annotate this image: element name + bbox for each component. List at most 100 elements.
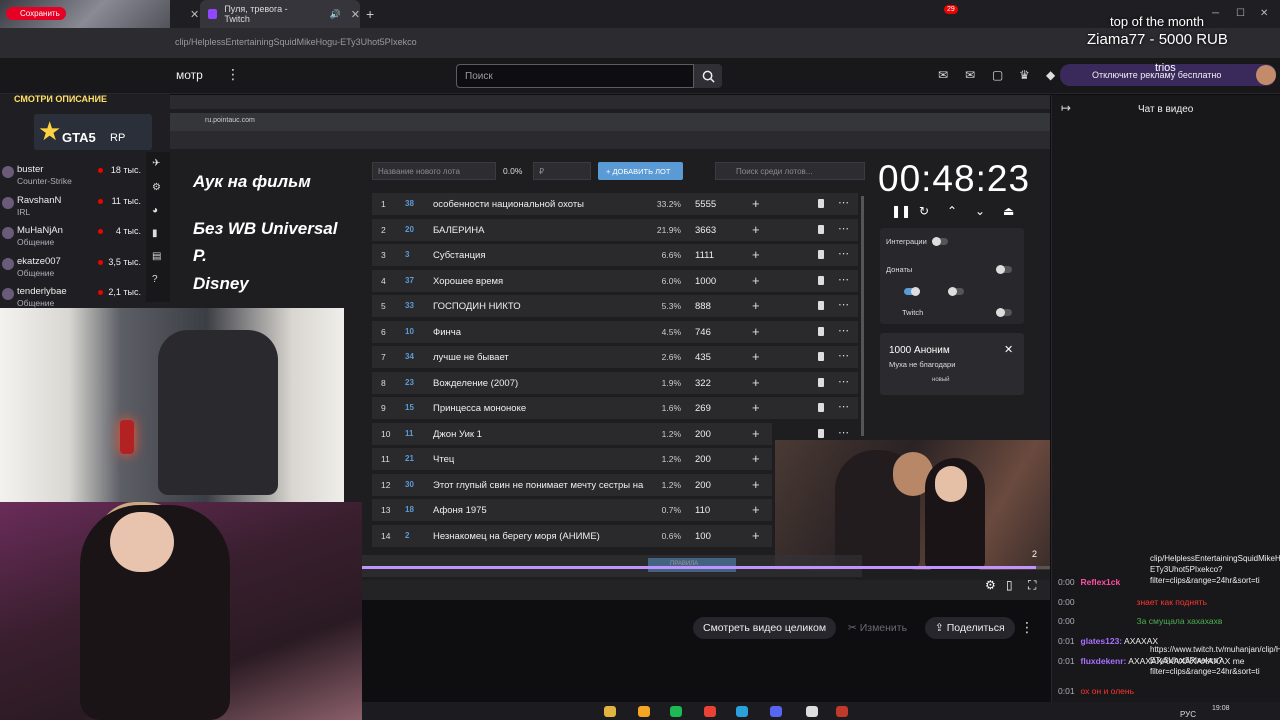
sidebar-channel[interactable]: ekatze007 Общение 3,5 тыс. <box>0 254 145 284</box>
person-face <box>935 466 967 502</box>
more-icon: ⋯ <box>838 299 849 311</box>
lot-id: 10 <box>405 326 414 336</box>
doc-icon[interactable]: ▤ <box>152 251 161 262</box>
bits-icon[interactable]: ◆ <box>1046 68 1055 82</box>
sidebar-channel[interactable]: MuHaNjAn Общение 4 тыс. <box>0 223 145 253</box>
more-options-icon[interactable]: ⋮ <box>1020 619 1034 636</box>
keyboard-layout[interactable]: РУС <box>1180 710 1196 719</box>
os-taskbar <box>362 702 1280 720</box>
lot-percent: 33.2% <box>656 199 681 209</box>
trash-icon <box>818 301 824 310</box>
new-lot-input: Название нового лота <box>372 162 496 180</box>
close-icon[interactable]: ✕ <box>351 8 360 21</box>
new-tab-icon[interactable]: + <box>366 6 374 22</box>
close-icon: ✕ <box>1004 344 1014 356</box>
settings-icon[interactable]: ⚙ <box>985 578 996 592</box>
speaker-icon[interactable]: 🔊 <box>330 9 341 20</box>
lot-name: Субстанция <box>433 250 486 261</box>
search-button[interactable] <box>694 64 722 88</box>
stream-title-line-3: P. <box>193 246 207 265</box>
table-row: 1 38 особенности национальной охоты 33.2% 55… <box>372 193 858 216</box>
fullscreen-icon[interactable]: ⛶ <box>1028 578 1036 593</box>
lot-amount: 5555 <box>695 199 717 210</box>
theater-mode-icon[interactable]: ▯ <box>1006 578 1013 592</box>
lot-rank: 8 <box>381 377 386 388</box>
channel-name: buster <box>17 164 44 175</box>
window-close-icon[interactable]: ✕ <box>1260 8 1268 19</box>
pin-icon[interactable]: ✈ <box>152 158 160 169</box>
chat-username[interactable]: Reflex1ck <box>1081 577 1121 587</box>
stats-icon[interactable]: ▮ <box>152 228 158 239</box>
pause-icon: ❚❚ <box>891 204 912 218</box>
lot-name: лучше не бывает <box>433 352 509 363</box>
collapse-chat-icon[interactable]: ↦ <box>1061 101 1071 115</box>
lot-id: 18 <box>405 505 414 514</box>
watch-full-video-button[interactable]: Смотреть видео целиком <box>693 617 837 639</box>
browse-link[interactable]: мотр <box>176 68 203 82</box>
user-avatar[interactable] <box>1256 65 1276 85</box>
search-lots-input: Поиск среди лотов... <box>715 162 865 180</box>
gear-icon[interactable]: ⚙ <box>152 182 161 193</box>
chat-timestamp: 0:01 <box>1058 686 1075 696</box>
chat-text: AXAXAXAXAXAXAXAXAX me <box>1128 656 1245 666</box>
lot-name: Вожделение (2007) <box>433 377 519 389</box>
twitch-toggle <box>996 308 1012 317</box>
progress-fill <box>362 566 1037 569</box>
share-button[interactable]: ⇪ Поделиться <box>925 617 1015 639</box>
table-row: 7 34 лучше не бывает 2.6% 435 + ⋯ <box>372 346 858 369</box>
donation-status: новый <box>932 377 950 383</box>
search-input[interactable]: Поиск <box>456 64 694 88</box>
close-tab-icon[interactable]: ✕ <box>180 0 199 28</box>
lot-id: 38 <box>405 199 414 208</box>
whispers-icon[interactable]: ▢ <box>992 68 1003 82</box>
chat-username[interactable]: fluxdekenr: <box>1081 656 1127 666</box>
edit-button[interactable]: ✂ Изменить <box>838 617 917 639</box>
more-menu-icon[interactable]: ⋮ <box>226 66 240 83</box>
lot-amount: 200 <box>695 428 711 440</box>
notifications-icon[interactable]: ✉ <box>938 68 948 82</box>
inbox-icon[interactable]: ✉ <box>965 68 975 82</box>
color-icon[interactable]: ◕ <box>152 205 158 216</box>
telegram-icon[interactable] <box>736 706 748 717</box>
chat-text: За смущала хахахахв <box>1136 616 1223 626</box>
live-dot-icon <box>98 259 103 265</box>
folder-icon[interactable] <box>604 706 616 717</box>
app-icon[interactable] <box>806 706 818 717</box>
sidebar-channel[interactable]: buster Counter-Strike 18 тыс. <box>0 162 145 192</box>
discord-icon[interactable] <box>770 706 782 717</box>
table-row: 10 11 Джон Уик 1 1.2% 200 + ⋯ <box>372 422 849 446</box>
lot-amount-input: ₽ <box>533 162 591 180</box>
maximize-icon[interactable]: ☐ <box>1236 8 1245 19</box>
stream-title-line-1: Аук на фильм <box>193 172 311 191</box>
lot-amount: 200 <box>695 479 711 491</box>
minimize-icon[interactable]: ─ <box>1212 8 1219 19</box>
chat-username[interactable]: glates123: <box>1081 636 1123 646</box>
lot-name: Незнакомец на берегу моря (АНИМЕ) <box>433 530 600 542</box>
twitch-icon <box>208 9 218 19</box>
description-banner: СМОТРИ ОПИСАНИЕ <box>14 94 108 104</box>
save-button[interactable]: Сохранить <box>6 7 66 20</box>
lot-amount: 435 <box>695 352 711 363</box>
more-icon: ⋯ <box>838 350 849 362</box>
more-icon: ⋯ <box>838 197 849 209</box>
app-icon[interactable] <box>836 706 848 717</box>
lot-id: 34 <box>405 352 414 361</box>
plus-icon: + <box>752 323 760 339</box>
app-icon[interactable] <box>638 706 650 717</box>
tab-twitch[interactable]: Пуля, тревога - Twitch 🔊 ✕ <box>200 0 360 28</box>
help-icon[interactable]: ? <box>152 274 158 285</box>
crown-icon[interactable]: ♛ <box>1019 68 1030 82</box>
more-icon: ⋯ <box>838 222 849 235</box>
sidebar-channel[interactable]: RavshanN IRL 11 тыс. <box>0 193 145 223</box>
trash-icon <box>818 326 824 336</box>
viewer-count: 3,5 тыс. <box>108 256 141 267</box>
da-toggle <box>904 287 920 296</box>
top-of-month-label: top of the month <box>1110 14 1204 29</box>
more-icon: ⋯ <box>838 426 849 439</box>
chrome-icon[interactable] <box>704 706 716 717</box>
reset-icon: ↻ <box>919 204 930 218</box>
video-progress-bar[interactable] <box>362 566 1050 569</box>
spotify-icon[interactable] <box>670 706 682 717</box>
lot-name: БАЛЕРИНА <box>433 224 485 236</box>
lots-scrollbar <box>861 196 864 436</box>
